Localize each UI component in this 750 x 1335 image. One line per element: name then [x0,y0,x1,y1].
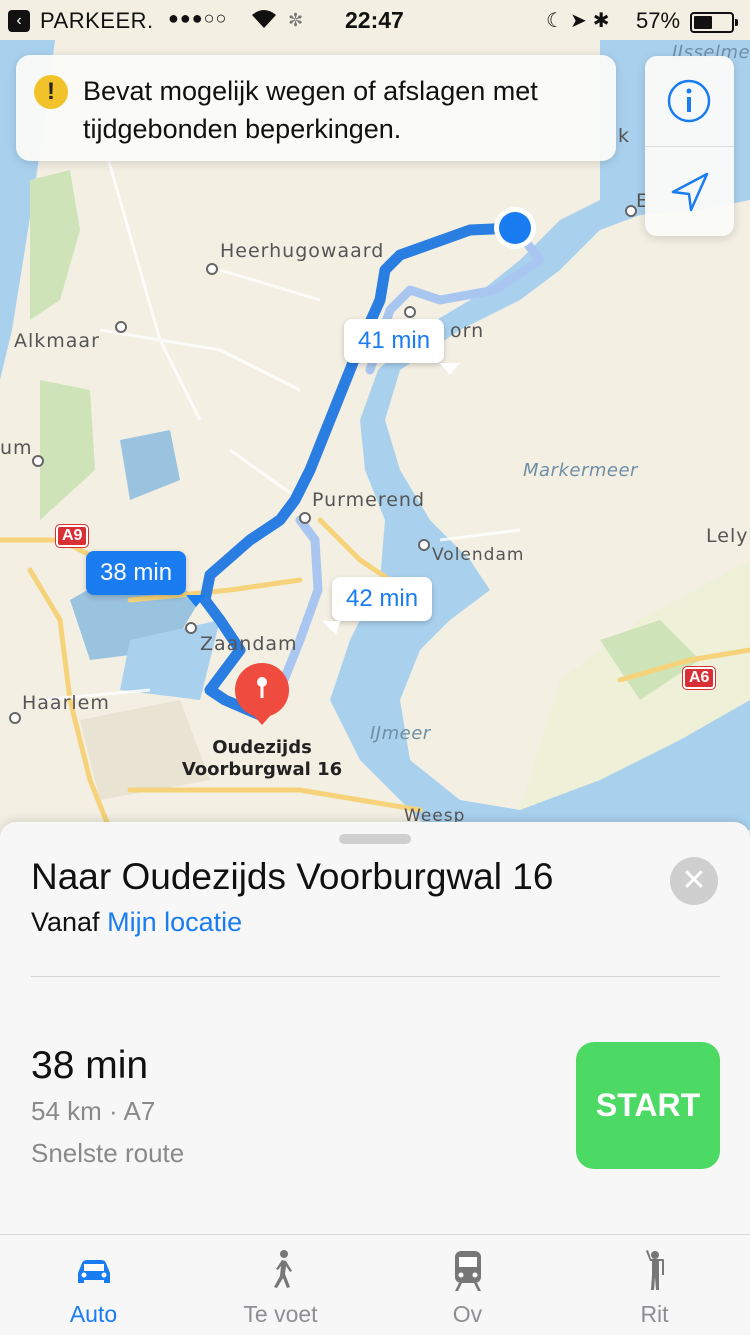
bubble-tail [440,363,460,375]
location-button[interactable] [645,146,734,236]
directions-title: Naar Oudezijds Voorburgwal 16 [31,856,554,897]
battery-percentage: 57% [636,8,681,33]
tab-auto-label: Auto [69,1301,118,1327]
tab-auto[interactable]: Auto [0,1235,187,1335]
tab-rit[interactable]: Rit [561,1235,748,1335]
route-bubble-42-label: 42 min [346,585,419,612]
info-icon [667,79,711,123]
place-label-haarlem: Haarlem [22,692,110,714]
place-label-um: um [0,437,33,459]
bubble-tail [186,595,206,607]
exclamation-icon: ! [34,75,68,109]
status-icons: ☾➤✱ [546,8,615,33]
walking-icon [274,1250,292,1288]
activity-spinner-icon: ✼ [288,10,304,30]
divider [31,976,720,977]
location-services-icon: ➤ [569,10,593,32]
signal-strength-icon: ●●●○○ [168,8,228,28]
tab-te-voet-label: Te voet [243,1301,318,1327]
origin-link[interactable]: Mijn locatie [107,907,242,937]
route-duration: 38 min [31,1044,149,1087]
destination-label: Oudezijds Voorburgwal 16 [180,737,344,781]
route-type: Snelste route [31,1138,185,1168]
info-button[interactable] [645,56,734,146]
transport-tab-bar: Auto Te voet Ov Rit [0,1234,750,1335]
road-shield-a9: A9 [56,525,89,547]
warning-text: Bevat mogelijk wegen of afslagen met tij… [83,76,538,144]
place-label-heerhugowaard: Heerhugowaard [220,240,385,262]
wifi-icon [250,8,278,36]
place-label-alkmaar: Alkmaar [14,330,100,352]
restriction-warning-banner[interactable]: ! Bevat mogelijk wegen of afslagen met t… [16,55,616,161]
train-icon [455,1251,481,1291]
bubble-tail [322,621,340,635]
route-bubble-41[interactable]: 41 min [344,319,460,375]
route-bubble-38[interactable]: 38 min [86,551,206,607]
tab-ov-label: Ov [452,1301,483,1327]
tab-te-voet[interactable]: Te voet [187,1235,374,1335]
moon-icon: ☾ [546,10,570,32]
status-bar: ‹ PARKEER. ●●●○○ ✼ 22:47 ☾➤✱ 57% [0,0,750,40]
route-bubble-38-label: 38 min [100,559,173,586]
location-arrow-icon [671,172,709,212]
route-bubble-42[interactable]: 42 min [322,577,433,635]
map-controls [645,56,734,236]
start-button[interactable]: START [576,1042,720,1169]
origin-prefix: Vanaf [31,907,100,937]
route-bubble-41-label: 41 min [358,327,431,354]
tab-ov[interactable]: Ov [374,1235,561,1335]
road-shield-a6: A6 [683,667,716,689]
close-icon[interactable]: ✕ [670,857,718,905]
place-label-orn: orn [450,320,485,342]
battery-nub [735,19,738,26]
ride-icon [646,1250,664,1290]
battery-icon [690,12,738,33]
bluetooth-icon: ✱ [592,10,616,32]
place-label-lely: Lely [706,525,749,547]
water-label-markermeer: Markermeer [523,460,638,481]
destination-label-line1: Oudezijds [212,737,312,758]
sheet-grabber[interactable] [339,834,411,844]
place-label-k: k [618,125,631,147]
car-icon [78,1260,110,1283]
origin-line: Vanaf Mijn locatie [31,907,242,938]
place-label-zaandam: Zaandam [200,633,298,655]
back-arrow-icon[interactable]: ‹ [8,10,30,32]
destination-label-line2: Voorburgwal 16 [181,759,343,780]
tab-rit-label: Rit [640,1301,669,1327]
place-label-purmerend: Purmerend [312,489,426,511]
clock: 22:47 [345,7,404,33]
place-label-volendam: Volendam [432,545,525,565]
back-to-app-label[interactable]: PARKEER. [40,8,154,34]
water-label-ijmeer: IJmeer [370,723,431,744]
route-distance: 54 km · A7 [31,1096,156,1126]
battery-fill [694,16,712,29]
